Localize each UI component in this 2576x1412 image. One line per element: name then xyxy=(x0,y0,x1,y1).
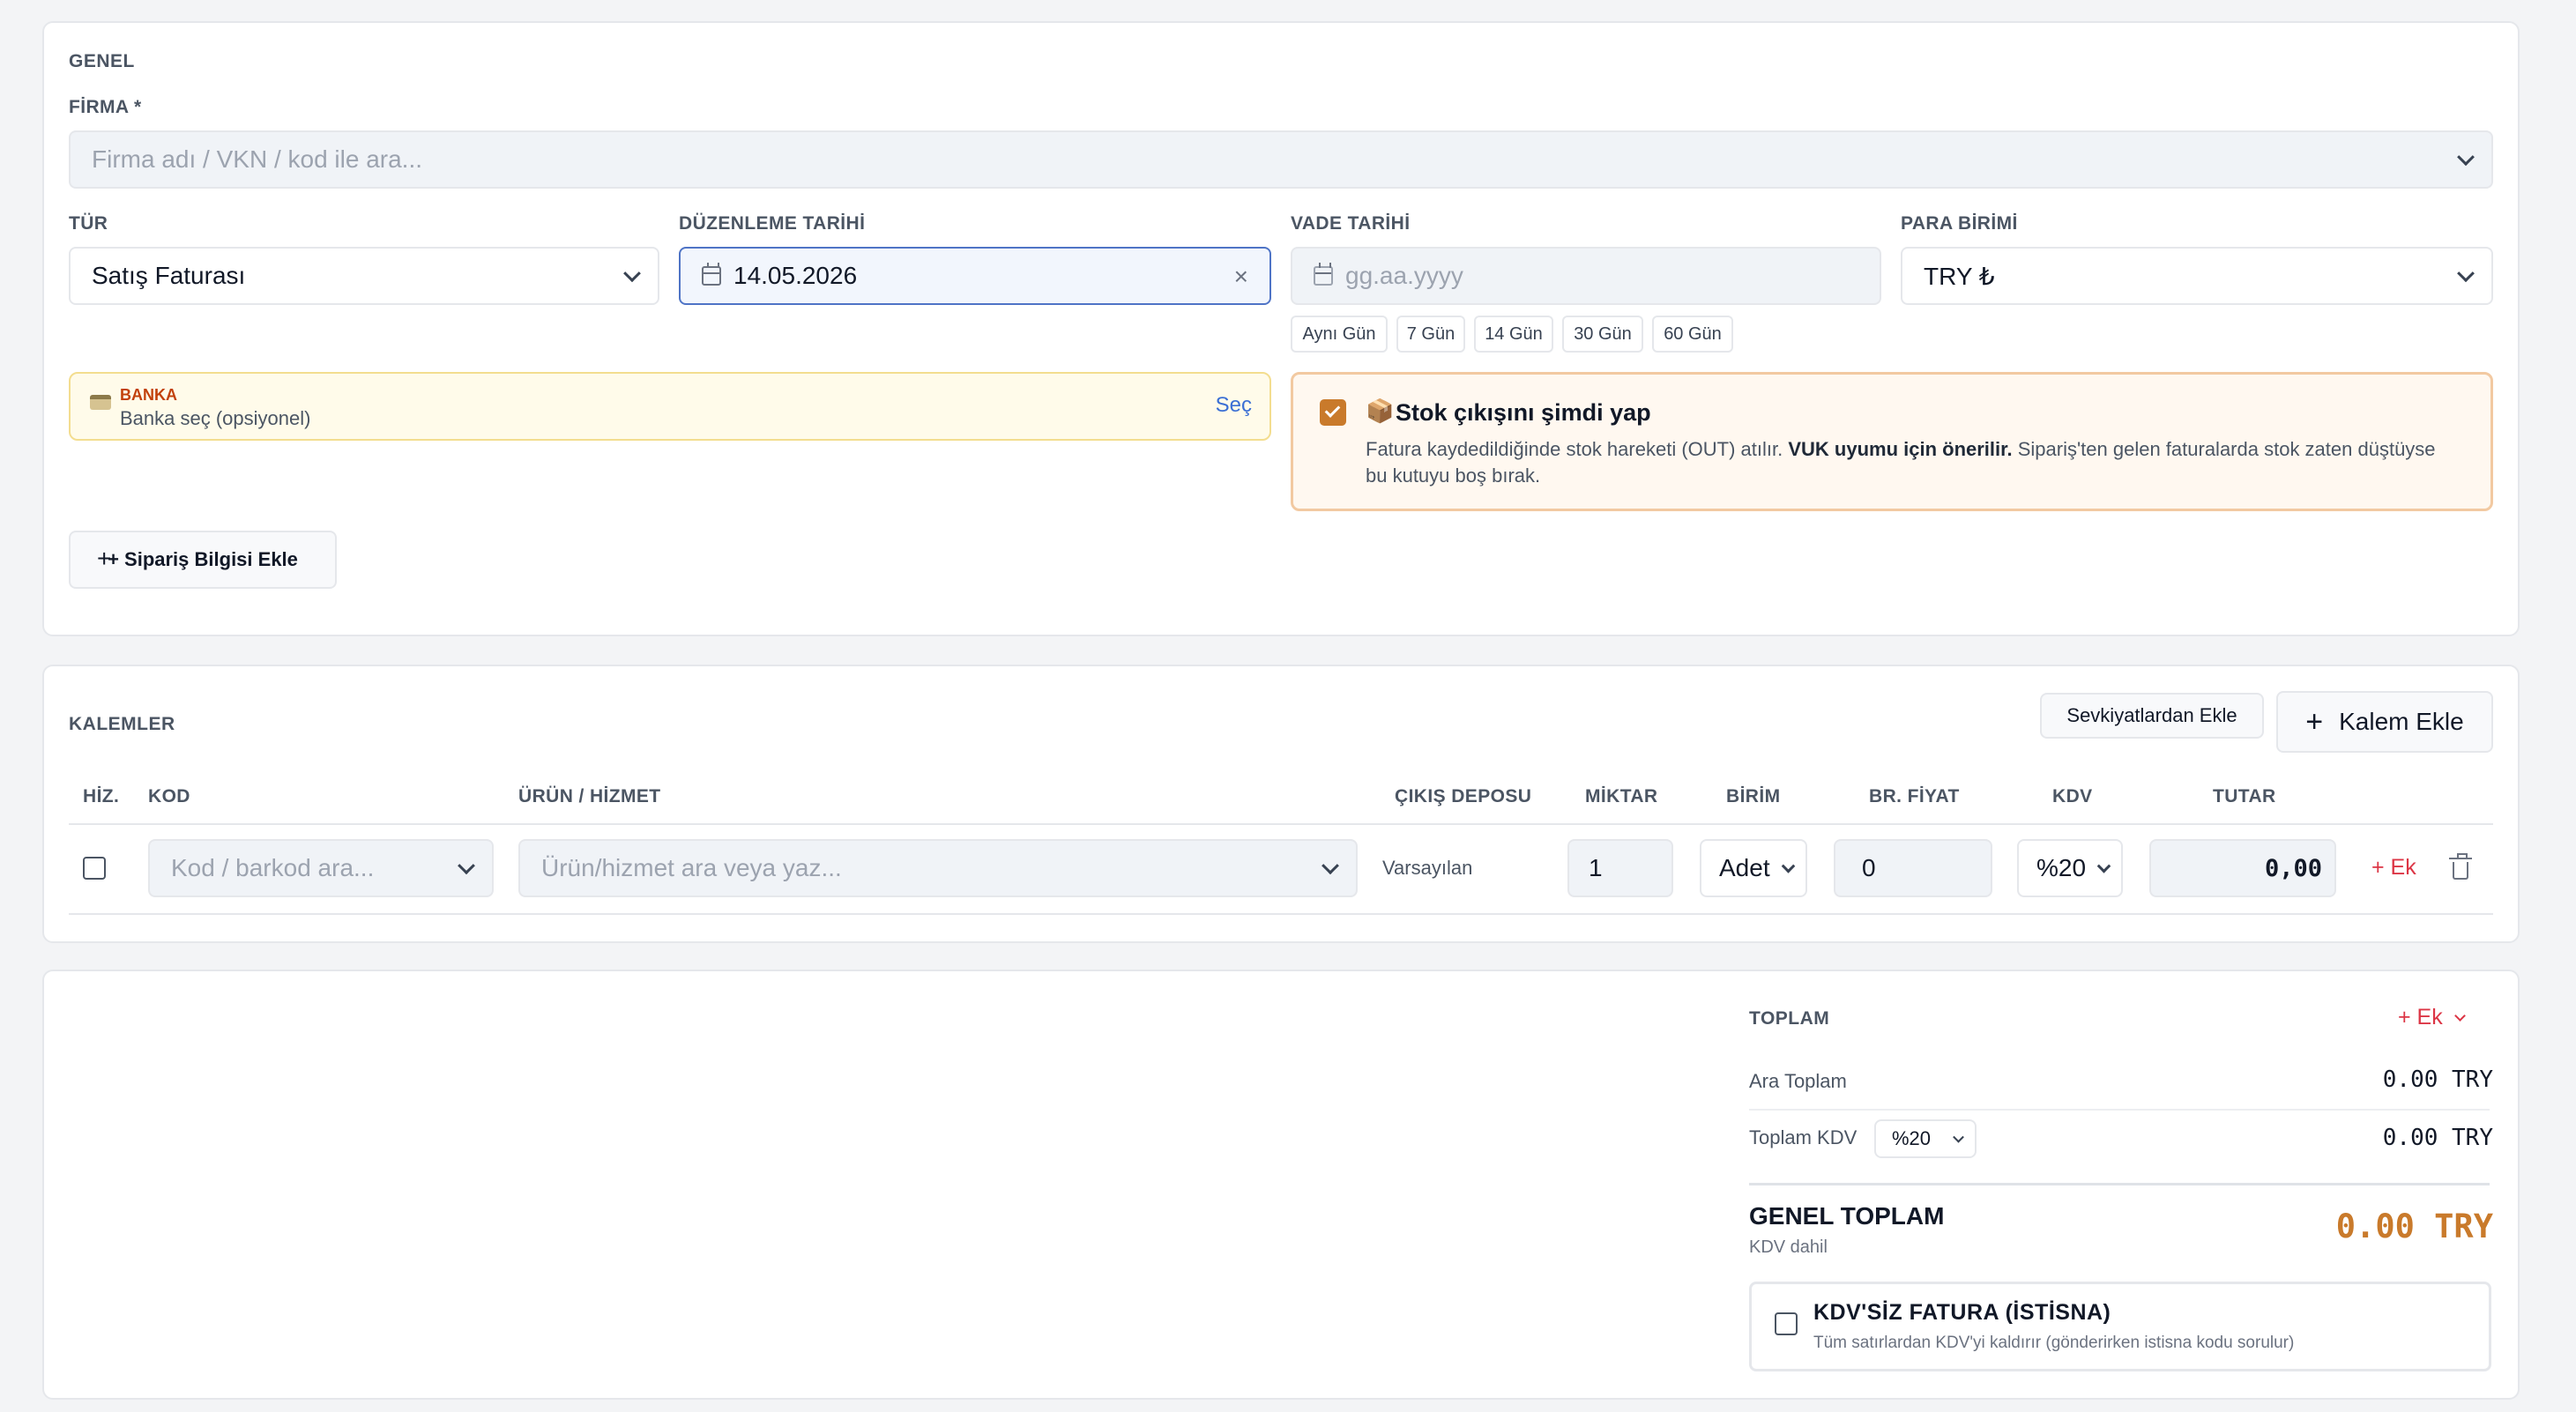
row-ek-button[interactable]: + Ek xyxy=(2371,855,2416,881)
toplam-kdv-label: Toplam KDV xyxy=(1749,1126,1858,1148)
calendar-icon xyxy=(702,263,721,286)
package-icon: 📦 xyxy=(1366,398,1395,424)
duzenleme-value: 14.05.2026 xyxy=(733,262,858,289)
vade-placeholder: gg.aa.yyyy xyxy=(1345,262,1463,289)
toplam-kdv-value: 0.00 TRY xyxy=(2382,1125,2493,1151)
chevron-down-icon xyxy=(2453,1010,2466,1022)
checkmark-icon xyxy=(1324,402,1341,418)
bank-title: BANKA xyxy=(120,386,177,404)
vade-label: VADE TARİHİ xyxy=(1291,213,1411,234)
tutar-value: 0,00 xyxy=(2149,839,2336,897)
chevron-down-icon xyxy=(458,857,475,875)
chevron-down-icon xyxy=(1781,859,1796,873)
sevkiyatlardan-ekle-button[interactable]: Sevkiyatlardan Ekle xyxy=(2040,693,2264,739)
table-header-divider xyxy=(69,823,2493,825)
col-urun: ÜRÜN / HİZMET xyxy=(518,786,661,806)
fiyat-input[interactable]: 0 xyxy=(1834,839,1992,897)
kdv-select[interactable]: %20 xyxy=(2017,839,2123,897)
calendar-icon xyxy=(1314,263,1333,286)
col-miktar: MİKTAR xyxy=(1585,786,1658,806)
duzenleme-label: DÜZENLEME TARİHİ xyxy=(679,213,866,234)
stock-checkbox[interactable] xyxy=(1320,399,1346,426)
genel-section-title: GENEL xyxy=(69,51,135,71)
kalem-ekle-button[interactable]: + Kalem Ekle xyxy=(2276,691,2493,753)
vade-chip-60-gun[interactable]: 60 Gün xyxy=(1652,316,1733,353)
stock-out-box: 📦 Stok çıkışını şimdi yap Fatura kaydedi… xyxy=(1291,372,2493,511)
vade-chip-ayni-gun[interactable]: Aynı Gün xyxy=(1291,316,1388,353)
kdvsiz-box: KDV'SİZ FATURA (İSTİSNA) Tüm satırlardan… xyxy=(1749,1282,2491,1371)
chevron-down-icon xyxy=(2096,859,2111,873)
vade-chip-14-gun[interactable]: 14 Gün xyxy=(1474,316,1553,353)
genel-toplam-sub: KDV dahil xyxy=(1749,1237,1828,1257)
table-row-divider xyxy=(69,913,2493,915)
firma-select[interactable]: Firma adı / VKN / kod ile ara... xyxy=(69,130,2493,189)
firma-label: FİRMA * xyxy=(69,97,142,117)
hiz-checkbox[interactable] xyxy=(83,857,106,880)
depo-value: Varsayılan xyxy=(1382,857,1473,879)
kalemler-section-title: KALEMLER xyxy=(69,714,175,734)
kdvsiz-desc: Tüm satırlardan KDV'yi kaldırır (gönderi… xyxy=(1813,1334,2295,1352)
firma-placeholder: Firma adı / VKN / kod ile ara... xyxy=(92,145,423,173)
bank-select-link[interactable]: Seç xyxy=(1216,393,1252,418)
genel-divider xyxy=(1749,1183,2490,1185)
ara-toplam-value: 0.00 TRY xyxy=(2382,1066,2493,1093)
tur-value: Satış Faturası xyxy=(92,262,246,289)
divider xyxy=(1749,1109,2490,1111)
trash-icon[interactable] xyxy=(2449,853,2472,880)
chevron-down-icon xyxy=(1953,1131,1964,1143)
genel-toplam-value: 0.00 TRY xyxy=(2335,1208,2493,1245)
col-birim: BİRİM xyxy=(1726,786,1781,806)
stock-description: Fatura kaydedildiğinde stok hareketi (OU… xyxy=(1366,438,2436,487)
col-hiz: HİZ. xyxy=(83,786,120,806)
toplam-ek-button[interactable]: + Ek xyxy=(2398,1005,2466,1030)
chevron-down-icon xyxy=(2457,264,2475,283)
stock-title: Stok çıkışını şimdi yap xyxy=(1396,399,1651,426)
vade-date-input[interactable]: gg.aa.yyyy xyxy=(1291,247,1881,305)
chevron-down-icon xyxy=(2457,148,2475,167)
tur-select[interactable]: Satış Faturası xyxy=(69,247,659,305)
siparis-bilgisi-label: + Sipariş Bilgisi Ekle xyxy=(108,548,298,570)
bank-subtitle: Banka seç (opsiyonel) xyxy=(120,407,311,429)
miktar-input[interactable]: 1 xyxy=(1567,839,1673,897)
toplam-title: TOPLAM xyxy=(1749,1008,1830,1029)
clear-icon[interactable]: × xyxy=(1234,263,1248,291)
urun-select[interactable]: Ürün/hizmet ara veya yaz... xyxy=(518,839,1358,897)
col-kod: KOD xyxy=(148,786,190,806)
plus-icon: + xyxy=(2305,705,2324,739)
ara-toplam-label: Ara Toplam xyxy=(1749,1070,1847,1092)
col-kdv: KDV xyxy=(2052,786,2093,806)
genel-card xyxy=(42,21,2520,636)
vade-chip-7-gun[interactable]: 7 Gün xyxy=(1396,316,1465,353)
para-select[interactable]: TRY ₺ xyxy=(1901,247,2493,305)
plus-icon: + xyxy=(97,545,112,572)
vade-chip-30-gun[interactable]: 30 Gün xyxy=(1562,316,1643,353)
kdvsiz-title: KDV'SİZ FATURA (İSTİSNA) xyxy=(1813,1300,2111,1325)
genel-toplam-label: GENEL TOPLAM xyxy=(1749,1202,1945,1230)
para-value: TRY ₺ xyxy=(1924,262,1995,290)
chevron-down-icon xyxy=(623,264,641,283)
col-tutar: TUTAR xyxy=(2213,786,2276,806)
credit-card-icon xyxy=(90,395,111,410)
bank-selector[interactable]: BANKA Banka seç (opsiyonel) Seç xyxy=(69,372,1271,441)
chevron-down-icon xyxy=(1322,857,1339,875)
kdvsiz-checkbox[interactable] xyxy=(1775,1312,1798,1335)
duzenleme-date-input[interactable]: 14.05.2026 × xyxy=(679,247,1271,305)
tur-label: TÜR xyxy=(69,213,108,234)
col-depo: ÇIKIŞ DEPOSU xyxy=(1395,786,1532,806)
kod-select[interactable]: Kod / barkod ara... xyxy=(148,839,494,897)
col-fiyat: BR. FİYAT xyxy=(1869,786,1960,806)
toplam-kdv-select[interactable]: %20 xyxy=(1874,1119,1977,1158)
para-label: PARA BİRİMİ xyxy=(1901,213,2018,234)
birim-select[interactable]: Adet xyxy=(1700,839,1807,897)
